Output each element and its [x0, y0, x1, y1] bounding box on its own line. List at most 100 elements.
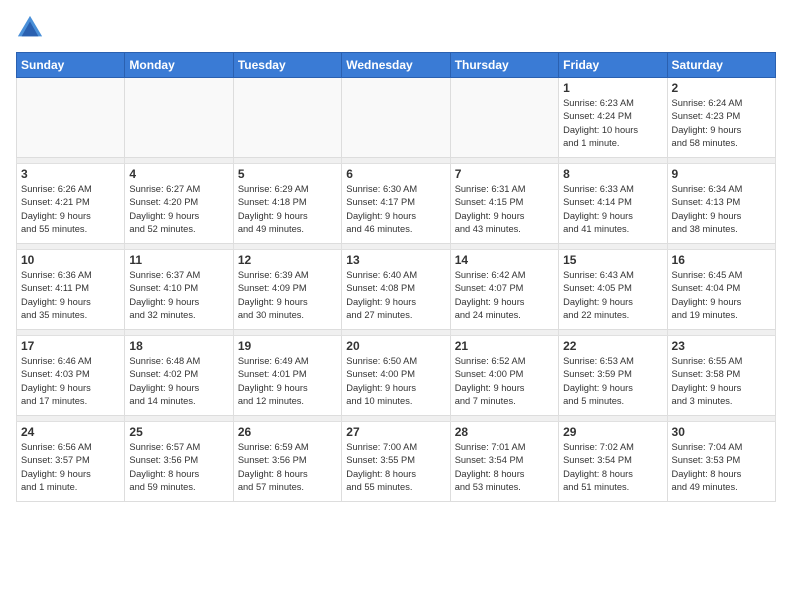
day-cell: 9Sunrise: 6:34 AM Sunset: 4:13 PM Daylig… [667, 164, 775, 244]
day-cell: 27 Sunrise: 7:00 AM Sunset: 3:55 PM Dayli… [342, 422, 450, 502]
day-info: Sunrise: 6:48 AM Sunset: 4:02 PM Dayligh… [129, 355, 228, 409]
day-info: Sunrise: 7:01 AM Sunset: 3:54 PM Dayligh… [455, 441, 554, 495]
day-info: Sunrise: 6:39 AM Sunset: 4:09 PM Dayligh… [238, 269, 337, 323]
day-number: 17 [21, 339, 120, 353]
day-info: Sunrise: 7:00 AM Sunset: 3:55 PM Dayligh… [346, 441, 445, 495]
weekday-header-row: SundayMondayTuesdayWednesdayThursdayFrid… [17, 53, 776, 78]
day-number: 28 [455, 425, 554, 439]
weekday-header-sunday: Sunday [17, 53, 125, 78]
week-row-4: 17 Sunrise: 6:46 AM Sunset: 4:03 PM Dayli… [17, 336, 776, 416]
day-number: 2 [672, 81, 771, 95]
day-cell [125, 78, 233, 158]
day-info: Sunrise: 6:43 AM Sunset: 4:05 PM Dayligh… [563, 269, 662, 323]
day-cell: 18 Sunrise: 6:48 AM Sunset: 4:02 PM Dayli… [125, 336, 233, 416]
day-cell: 7 Sunrise: 6:31 AM Sunset: 4:15 PM Daylig… [450, 164, 558, 244]
day-info: Sunrise: 6:36 AM Sunset: 4:11 PM Dayligh… [21, 269, 120, 323]
day-info: Sunrise: 6:24 AM Sunset: 4:23 PM Dayligh… [672, 97, 771, 151]
day-info: Sunrise: 6:30 AM Sunset: 4:17 PM Dayligh… [346, 183, 445, 237]
day-number: 18 [129, 339, 228, 353]
day-cell: 22 Sunrise: 6:53 AM Sunset: 3:59 PM Dayli… [559, 336, 667, 416]
week-row-3: 10 Sunrise: 6:36 AM Sunset: 4:11 PM Dayli… [17, 250, 776, 330]
day-info: Sunrise: 7:02 AM Sunset: 3:54 PM Dayligh… [563, 441, 662, 495]
weekday-header-friday: Friday [559, 53, 667, 78]
day-number: 16 [672, 253, 771, 267]
week-row-5: 24 Sunrise: 6:56 AM Sunset: 3:57 PM Dayli… [17, 422, 776, 502]
day-info: Sunrise: 6:37 AM Sunset: 4:10 PM Dayligh… [129, 269, 228, 323]
weekday-header-wednesday: Wednesday [342, 53, 450, 78]
day-number: 9 [672, 167, 771, 181]
day-info: Sunrise: 6:53 AM Sunset: 3:59 PM Dayligh… [563, 355, 662, 409]
logo [16, 16, 46, 44]
day-info: Sunrise: 6:23 AM Sunset: 4:24 PM Dayligh… [563, 97, 662, 151]
day-cell: 10 Sunrise: 6:36 AM Sunset: 4:11 PM Dayli… [17, 250, 125, 330]
day-info: Sunrise: 6:27 AM Sunset: 4:20 PM Dayligh… [129, 183, 228, 237]
weekday-header-monday: Monday [125, 53, 233, 78]
day-number: 13 [346, 253, 445, 267]
day-cell [450, 78, 558, 158]
day-cell: 23Sunrise: 6:55 AM Sunset: 3:58 PM Dayli… [667, 336, 775, 416]
day-cell: 25Sunrise: 6:57 AM Sunset: 3:56 PM Dayli… [125, 422, 233, 502]
logo-icon [16, 14, 44, 42]
day-number: 15 [563, 253, 662, 267]
day-cell: 17 Sunrise: 6:46 AM Sunset: 4:03 PM Dayli… [17, 336, 125, 416]
day-cell: 14Sunrise: 6:42 AM Sunset: 4:07 PM Dayli… [450, 250, 558, 330]
week-row-1: 1 Sunrise: 6:23 AM Sunset: 4:24 PM Daylig… [17, 78, 776, 158]
day-cell: 15 Sunrise: 6:43 AM Sunset: 4:05 PM Dayli… [559, 250, 667, 330]
week-row-2: 3Sunrise: 6:26 AM Sunset: 4:21 PM Daylig… [17, 164, 776, 244]
day-number: 10 [21, 253, 120, 267]
day-number: 27 [346, 425, 445, 439]
day-number: 19 [238, 339, 337, 353]
day-info: Sunrise: 6:59 AM Sunset: 3:56 PM Dayligh… [238, 441, 337, 495]
day-number: 7 [455, 167, 554, 181]
day-cell [342, 78, 450, 158]
day-number: 30 [672, 425, 771, 439]
day-number: 4 [129, 167, 228, 181]
day-cell: 28 Sunrise: 7:01 AM Sunset: 3:54 PM Dayli… [450, 422, 558, 502]
day-info: Sunrise: 6:57 AM Sunset: 3:56 PM Dayligh… [129, 441, 228, 495]
day-info: Sunrise: 6:52 AM Sunset: 4:00 PM Dayligh… [455, 355, 554, 409]
day-cell: 5Sunrise: 6:29 AM Sunset: 4:18 PM Daylig… [233, 164, 341, 244]
day-number: 3 [21, 167, 120, 181]
calendar: SundayMondayTuesdayWednesdayThursdayFrid… [16, 52, 776, 502]
day-number: 14 [455, 253, 554, 267]
day-info: Sunrise: 6:45 AM Sunset: 4:04 PM Dayligh… [672, 269, 771, 323]
day-number: 29 [563, 425, 662, 439]
day-number: 12 [238, 253, 337, 267]
weekday-header-thursday: Thursday [450, 53, 558, 78]
day-number: 8 [563, 167, 662, 181]
header [16, 16, 776, 44]
day-number: 6 [346, 167, 445, 181]
day-info: Sunrise: 6:40 AM Sunset: 4:08 PM Dayligh… [346, 269, 445, 323]
day-cell [233, 78, 341, 158]
day-cell: 2 Sunrise: 6:24 AM Sunset: 4:23 PM Daylig… [667, 78, 775, 158]
day-cell: 19 Sunrise: 6:49 AM Sunset: 4:01 PM Dayli… [233, 336, 341, 416]
day-cell: 24 Sunrise: 6:56 AM Sunset: 3:57 PM Dayli… [17, 422, 125, 502]
day-number: 24 [21, 425, 120, 439]
day-info: Sunrise: 6:31 AM Sunset: 4:15 PM Dayligh… [455, 183, 554, 237]
day-info: Sunrise: 6:49 AM Sunset: 4:01 PM Dayligh… [238, 355, 337, 409]
day-number: 20 [346, 339, 445, 353]
day-cell: 21 Sunrise: 6:52 AM Sunset: 4:00 PM Dayli… [450, 336, 558, 416]
day-info: Sunrise: 6:56 AM Sunset: 3:57 PM Dayligh… [21, 441, 120, 495]
day-cell [17, 78, 125, 158]
day-cell: 4 Sunrise: 6:27 AM Sunset: 4:20 PM Daylig… [125, 164, 233, 244]
day-number: 23 [672, 339, 771, 353]
day-cell: 8 Sunrise: 6:33 AM Sunset: 4:14 PM Daylig… [559, 164, 667, 244]
day-info: Sunrise: 6:33 AM Sunset: 4:14 PM Dayligh… [563, 183, 662, 237]
day-cell: 13 Sunrise: 6:40 AM Sunset: 4:08 PM Dayli… [342, 250, 450, 330]
day-cell: 1 Sunrise: 6:23 AM Sunset: 4:24 PM Daylig… [559, 78, 667, 158]
day-info: Sunrise: 7:04 AM Sunset: 3:53 PM Dayligh… [672, 441, 771, 495]
day-info: Sunrise: 6:29 AM Sunset: 4:18 PM Dayligh… [238, 183, 337, 237]
page: SundayMondayTuesdayWednesdayThursdayFrid… [0, 0, 792, 612]
day-info: Sunrise: 6:50 AM Sunset: 4:00 PM Dayligh… [346, 355, 445, 409]
day-cell: 26 Sunrise: 6:59 AM Sunset: 3:56 PM Dayli… [233, 422, 341, 502]
day-info: Sunrise: 6:46 AM Sunset: 4:03 PM Dayligh… [21, 355, 120, 409]
day-number: 1 [563, 81, 662, 95]
day-cell: 16 Sunrise: 6:45 AM Sunset: 4:04 PM Dayli… [667, 250, 775, 330]
day-cell: 29 Sunrise: 7:02 AM Sunset: 3:54 PM Dayli… [559, 422, 667, 502]
day-number: 26 [238, 425, 337, 439]
weekday-header-saturday: Saturday [667, 53, 775, 78]
day-number: 22 [563, 339, 662, 353]
day-cell: 6 Sunrise: 6:30 AM Sunset: 4:17 PM Daylig… [342, 164, 450, 244]
day-number: 21 [455, 339, 554, 353]
